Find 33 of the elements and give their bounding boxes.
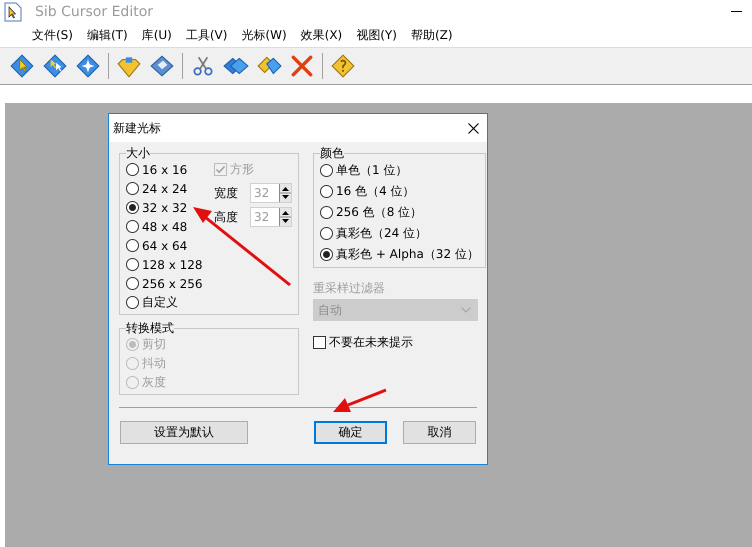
radio-button[interactable]: 256 色（8 位）	[320, 202, 479, 223]
radio-button[interactable]: 单色（1 位）	[320, 160, 479, 181]
radio-button[interactable]: 16 色（4 位）	[320, 181, 479, 202]
window-title: Sib Cursor Editor	[35, 4, 154, 20]
menu-item[interactable]: 光标(W)	[241, 25, 287, 46]
filter-label: 重采样过滤器	[313, 280, 386, 297]
radio-button[interactable]: 32 x 32	[126, 198, 214, 217]
radio-button[interactable]: 自定义	[126, 293, 214, 312]
radio-button[interactable]: 128 x 128	[126, 255, 214, 274]
menu-item[interactable]: 视图(Y)	[356, 25, 397, 46]
radio-button[interactable]: 真彩色 + Alpha（32 位）	[320, 244, 479, 265]
radio-button[interactable]: 真彩色（24 位）	[320, 223, 479, 244]
height-label: 高度	[214, 208, 239, 226]
menu-item[interactable]: 效果(X)	[300, 25, 342, 46]
menu-item[interactable]: 帮助(Z)	[410, 25, 453, 46]
menu-item[interactable]: 库(U)	[142, 25, 172, 46]
checkbox[interactable]: 不要在未来提示	[313, 333, 478, 352]
radio-button[interactable]: 64 x 64	[126, 236, 214, 255]
dialog-button[interactable]: 设置为默认	[120, 421, 248, 444]
menu-item[interactable]: 文件(S)	[32, 25, 73, 46]
dialog-button[interactable]: 确定	[314, 421, 387, 444]
group-label: 转换模式	[126, 321, 174, 335]
radio-button[interactable]: 48 x 48	[126, 217, 214, 236]
radio-button[interactable]: 24 x 24	[126, 179, 214, 198]
group-label: 颜色	[320, 146, 344, 160]
radio-button[interactable]: 256 x 256	[126, 274, 214, 293]
dialog-button[interactable]: 取消	[403, 421, 476, 444]
menu-item[interactable]: 编辑(T)	[86, 25, 128, 46]
width-label: 宽度	[214, 184, 239, 202]
dialog-title: 新建光标	[113, 120, 161, 136]
menu-item[interactable]: 工具(V)	[186, 25, 228, 46]
group-label: 大小	[126, 146, 150, 160]
radio-button[interactable]: 16 x 16	[126, 160, 214, 179]
